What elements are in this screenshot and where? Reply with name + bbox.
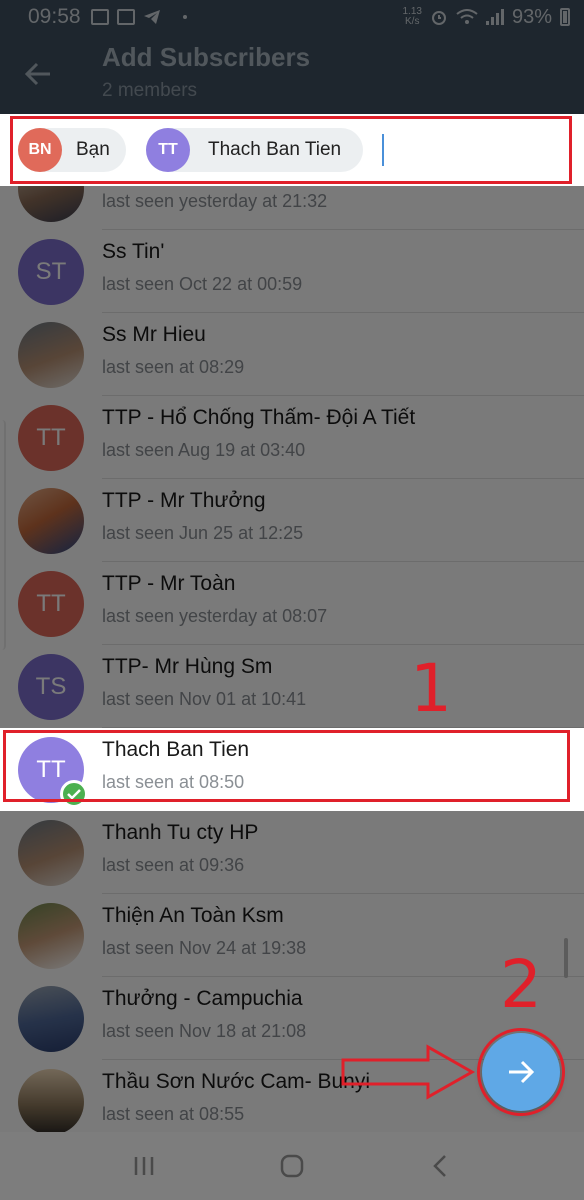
recent-apps-button[interactable] [124, 1146, 164, 1186]
calendar-icon [116, 9, 135, 25]
list-item[interactable]: TT TTP - Hổ Chống Thấm- Đội A Tiết last … [0, 396, 584, 479]
network-speed: 1.13 K/s [402, 6, 422, 27]
avatar [18, 186, 84, 222]
avatar [18, 820, 84, 886]
arrow-left-icon [24, 62, 50, 86]
list-item[interactable]: Thiện An Toàn Ksm last seen Nov 24 at 19… [0, 894, 584, 977]
battery-percent: 93% [511, 5, 552, 28]
avatar: TT [18, 405, 84, 471]
signal-icon [485, 9, 504, 25]
contact-name: TTP - Mr Thưởng [102, 489, 266, 512]
selected-members-bar: BN Bạn TT Thach Ban Tien [0, 114, 584, 186]
contact-name: Thanh Tu cty HP [102, 821, 259, 844]
contact-status: last seen Nov 24 at 19:38 [102, 938, 307, 958]
contact-name: Ss Mr Hieu [102, 323, 206, 346]
contact-status: last seen yesterday at 08:07 [102, 606, 328, 626]
page-title: Add Subscribers [102, 42, 311, 72]
contact-status: last seen at 08:29 [102, 357, 245, 377]
list-item[interactable]: TT TTP - Mr Toàn last seen yesterday at … [0, 562, 584, 645]
contact-name: TTP - Hổ Chống Thấm- Đội A Tiết [102, 406, 416, 429]
notification-dot-icon [182, 15, 187, 19]
contact-name: Thiện An Toàn Ksm [102, 904, 284, 927]
member-count: 2 members [102, 80, 198, 101]
system-back-button[interactable] [420, 1146, 460, 1186]
alarm-icon [431, 11, 446, 25]
contact-name: Ss Tin' [102, 240, 165, 263]
home-icon [280, 1154, 304, 1178]
system-nav-bar [0, 1132, 584, 1200]
contact-status: last seen at 08:50 [102, 772, 245, 792]
recent-apps-icon [134, 1157, 154, 1175]
contact-status: last seen Jun 25 at 12:25 [102, 523, 304, 543]
chip-avatar: TT [146, 128, 190, 172]
avatar: TT [18, 571, 84, 637]
avatar: TS [18, 654, 84, 720]
checkmark-icon [60, 780, 88, 808]
avatar [18, 322, 84, 388]
contact-status: last seen at 08:55 [102, 1104, 245, 1124]
arrow-right-icon [509, 1060, 535, 1084]
chip-label: Thach Ban Tien [208, 139, 342, 160]
telegram-add-subscribers-screen: 09:58 1.13 K/s 93% Add Subscribers 2 memb… [0, 0, 584, 1200]
avatar [18, 1069, 84, 1132]
list-item[interactable]: last seen yesterday at 21:32 [0, 186, 584, 230]
avatar [18, 903, 84, 969]
contact-name: Thach Ban Tien [102, 738, 250, 761]
status-time: 09:58 [28, 5, 81, 28]
contact-name: Thầu Sơn Nước Cam- Bunyi [102, 1070, 371, 1093]
avatar [18, 986, 84, 1052]
battery-icon [560, 8, 570, 26]
avatar: ST [18, 239, 84, 305]
chevron-left-icon [433, 1155, 446, 1177]
contact-status: last seen Nov 18 at 21:08 [102, 1021, 307, 1041]
avatar [18, 488, 84, 554]
contact-status: last seen Aug 19 at 03:40 [102, 440, 306, 460]
next-button[interactable] [482, 1033, 560, 1111]
telegram-icon [143, 10, 160, 24]
chip-avatar: BN [18, 128, 62, 172]
contact-status: last seen yesterday at 21:32 [102, 191, 328, 211]
status-bar: 09:58 1.13 K/s 93% [0, 0, 584, 34]
step-1-label: 1 [410, 650, 452, 727]
list-item[interactable]: TTP - Mr Thưởng last seen Jun 25 at 12:2… [0, 479, 584, 562]
step-2-label: 2 [500, 946, 542, 1023]
pointer-arrow-icon [341, 1044, 476, 1100]
back-button[interactable] [18, 54, 58, 94]
chip-ban[interactable]: BN Bạn [18, 128, 126, 172]
chip-thach-ban-tien[interactable]: TT Thach Ban Tien [146, 128, 364, 172]
contact-name: Thưởng - Campuchia [102, 987, 303, 1010]
contact-name: TTP - Mr Toàn [102, 572, 236, 595]
contact-status: last seen Oct 22 at 00:59 [102, 274, 303, 294]
contact-name: TTP- Mr Hùng Sm [102, 655, 273, 678]
chip-label: Bạn [76, 139, 110, 160]
search-input-caret[interactable] [382, 134, 384, 166]
gallery-icon [90, 9, 109, 25]
action-bar: Add Subscribers 2 members [0, 34, 584, 114]
list-item-selected[interactable]: TT Thach Ban Tien last seen at 08:50 [0, 728, 584, 811]
list-item[interactable]: TS TTP- Mr Hùng Sm last seen Nov 01 at 1… [0, 645, 584, 728]
list-item[interactable]: Thanh Tu cty HP last seen at 09:36 [0, 811, 584, 894]
edge-panel-handle[interactable] [0, 420, 6, 650]
contact-list[interactable]: last seen yesterday at 21:32 ST Ss Tin' … [0, 186, 584, 1132]
home-button[interactable] [272, 1146, 312, 1186]
wifi-icon [456, 9, 478, 24]
contact-status: last seen Nov 01 at 10:41 [102, 689, 307, 709]
contact-status: last seen at 09:36 [102, 855, 245, 875]
list-item[interactable]: ST Ss Tin' last seen Oct 22 at 00:59 [0, 230, 584, 313]
list-item[interactable]: Ss Mr Hieu last seen at 08:29 [0, 313, 584, 396]
scrollbar[interactable] [564, 938, 568, 978]
